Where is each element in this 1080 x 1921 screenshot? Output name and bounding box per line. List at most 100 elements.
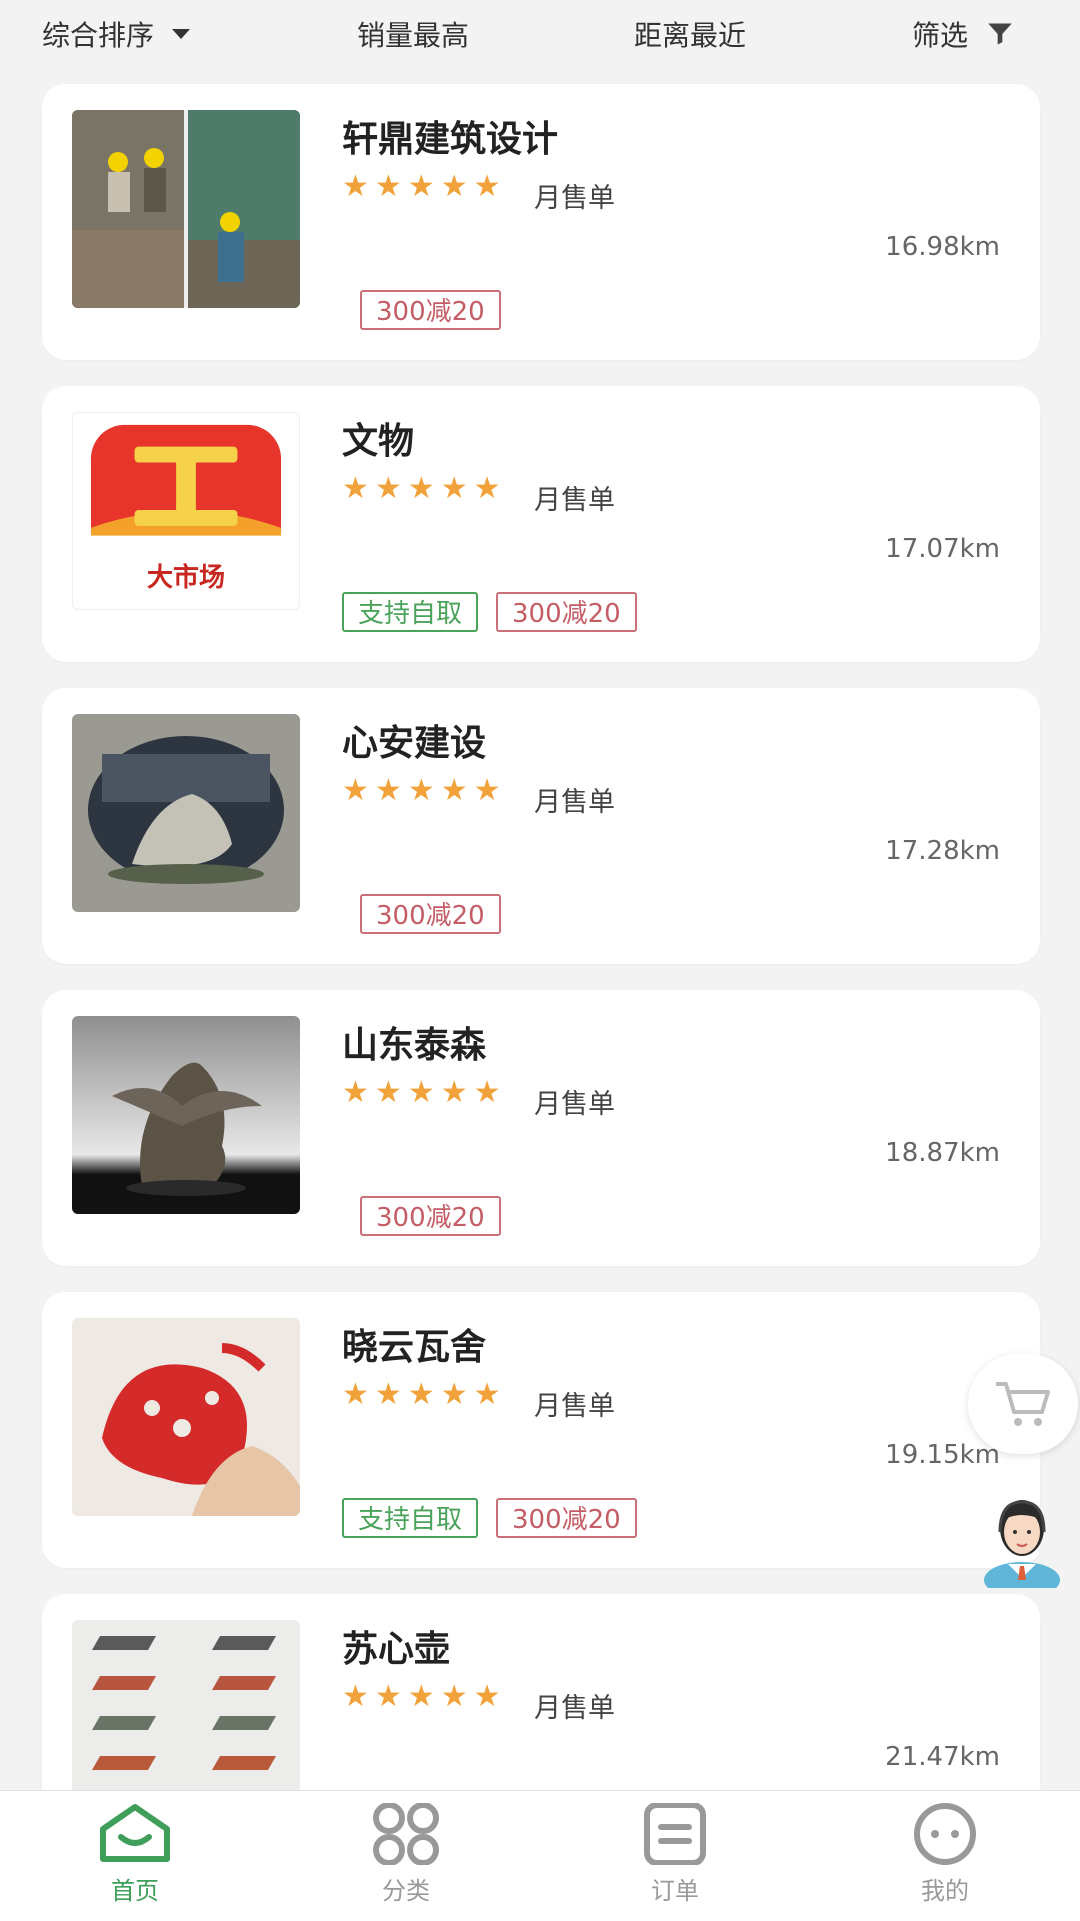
bottom-tab-bar: 首页 分类 订单 我的 bbox=[0, 1790, 1080, 1921]
shop-card[interactable]: 心安建设 ★ ★ ★ ★ ★ 月售单 17.28km 300减20 bbox=[42, 688, 1040, 964]
tab-orders[interactable]: 订单 bbox=[615, 1803, 735, 1906]
shop-name: 山东泰森 bbox=[342, 1025, 487, 1066]
star-icon: ★ bbox=[473, 169, 501, 204]
star-icon: ★ bbox=[440, 1075, 468, 1110]
shop-name: 心安建设 bbox=[342, 723, 487, 764]
shop-distance: 21.47km bbox=[885, 1742, 1000, 1772]
monthly-sales: 月售单 bbox=[534, 1391, 615, 1422]
monthly-sales: 月售单 bbox=[534, 787, 615, 818]
self-pickup-tag: 支持自取 bbox=[342, 1498, 479, 1538]
shop-thumbnail bbox=[72, 714, 300, 912]
tag-list: 300减20 bbox=[360, 1196, 501, 1236]
shop-card[interactable]: 晓云瓦舍 ★ ★ ★ ★ ★ 月售单 19.15km 支持自取 300减20 bbox=[42, 1292, 1040, 1568]
shop-name: 晓云瓦舍 bbox=[342, 1327, 487, 1368]
star-icon: ★ bbox=[342, 169, 369, 204]
tab-category[interactable]: 分类 bbox=[346, 1803, 466, 1906]
profile-icon bbox=[914, 1803, 976, 1865]
shop-distance: 18.87km bbox=[885, 1138, 1000, 1168]
self-pickup-tag: 支持自取 bbox=[342, 592, 479, 632]
filter-icon bbox=[988, 23, 1012, 45]
rating-stars: ★ ★ ★ ★ ★ bbox=[342, 776, 501, 806]
shop-card[interactable]: 大市场 文物 ★ ★ ★ ★ ★ 月售单 17.07km 支持自取 300减20 bbox=[42, 386, 1040, 662]
star-icon: ★ bbox=[342, 1075, 369, 1110]
star-icon: ★ bbox=[407, 1075, 435, 1110]
tag-list: 300减20 bbox=[360, 290, 501, 330]
shop-name: 文物 bbox=[342, 421, 415, 462]
discount-tag: 300减20 bbox=[360, 1196, 501, 1236]
shop-name: 苏心壶 bbox=[342, 1629, 451, 1670]
shop-distance: 16.98km bbox=[885, 232, 1000, 262]
star-icon: ★ bbox=[374, 773, 402, 808]
sort-sales-label: 销量最高 bbox=[357, 19, 470, 52]
star-icon: ★ bbox=[342, 773, 369, 808]
category-icon bbox=[373, 1803, 439, 1865]
sort-distance[interactable]: 距离最近 bbox=[634, 14, 746, 54]
sort-distance-label: 距离最近 bbox=[634, 19, 747, 52]
customer-service-button[interactable] bbox=[982, 1480, 1062, 1598]
filter-label: 筛选 bbox=[912, 19, 969, 52]
shop-thumbnail bbox=[72, 1620, 300, 1818]
star-icon: ★ bbox=[473, 1377, 501, 1412]
market-logo-text: 大市场 bbox=[146, 563, 225, 593]
shop-name: 轩鼎建筑设计 bbox=[342, 119, 559, 160]
star-icon: ★ bbox=[440, 1377, 468, 1412]
tab-orders-label: 订单 bbox=[651, 1877, 699, 1905]
tab-mine-label: 我的 bbox=[921, 1877, 969, 1905]
customer-service-icon bbox=[984, 1500, 1060, 1598]
star-icon: ★ bbox=[440, 169, 468, 204]
star-icon: ★ bbox=[407, 773, 435, 808]
tab-category-label: 分类 bbox=[382, 1877, 430, 1905]
star-icon: ★ bbox=[407, 471, 435, 506]
discount-tag: 300减20 bbox=[496, 592, 637, 632]
star-icon: ★ bbox=[440, 773, 468, 808]
shop-card[interactable]: 山东泰森 ★ ★ ★ ★ ★ 月售单 18.87km 300减20 bbox=[42, 990, 1040, 1266]
star-icon: ★ bbox=[473, 1679, 501, 1714]
sort-comprehensive[interactable]: 综合排序 bbox=[42, 14, 191, 54]
floating-cart-button[interactable] bbox=[968, 1354, 1078, 1454]
shop-card[interactable]: 轩鼎建筑设计 ★ ★ ★ ★ ★ 月售单 16.98km 300减20 bbox=[42, 84, 1040, 360]
shop-distance: 19.15km bbox=[885, 1440, 1000, 1470]
star-icon: ★ bbox=[473, 773, 501, 808]
rating-stars: ★ ★ ★ ★ ★ bbox=[342, 1682, 501, 1712]
star-icon: ★ bbox=[440, 471, 468, 506]
shop-thumbnail bbox=[72, 1318, 300, 1516]
star-icon: ★ bbox=[374, 471, 402, 506]
sort-comprehensive-label: 综合排序 bbox=[42, 19, 155, 52]
rating-stars: ★ ★ ★ ★ ★ bbox=[342, 1078, 501, 1108]
shop-thumbnail bbox=[72, 110, 300, 308]
star-icon: ★ bbox=[473, 471, 501, 506]
tag-list: 支持自取 300减20 bbox=[342, 592, 637, 632]
star-icon: ★ bbox=[407, 1377, 435, 1412]
filter-button[interactable]: 筛选 bbox=[912, 14, 1014, 54]
star-icon: ★ bbox=[374, 169, 402, 204]
star-icon: ★ bbox=[342, 471, 369, 506]
caret-down-icon bbox=[172, 29, 191, 39]
shop-thumbnail bbox=[72, 1016, 300, 1214]
star-icon: ★ bbox=[407, 169, 435, 204]
home-icon bbox=[100, 1804, 170, 1862]
tag-list: 支持自取 300减20 bbox=[342, 1498, 637, 1538]
star-icon: ★ bbox=[440, 1679, 468, 1714]
rating-stars: ★ ★ ★ ★ ★ bbox=[342, 1380, 501, 1410]
shop-distance: 17.28km bbox=[885, 836, 1000, 866]
sort-sales[interactable]: 销量最高 bbox=[357, 14, 469, 54]
discount-tag: 300减20 bbox=[496, 1498, 637, 1538]
monthly-sales: 月售单 bbox=[534, 183, 615, 214]
star-icon: ★ bbox=[374, 1075, 402, 1110]
tab-home-label: 首页 bbox=[111, 1877, 159, 1905]
monthly-sales: 月售单 bbox=[534, 1693, 615, 1724]
monthly-sales: 月售单 bbox=[534, 485, 615, 516]
sort-bar: 综合排序 销量最高 距离最近 筛选 bbox=[0, 0, 1080, 76]
discount-tag: 300减20 bbox=[360, 290, 501, 330]
tab-home[interactable]: 首页 bbox=[75, 1803, 195, 1906]
discount-tag: 300减20 bbox=[360, 894, 501, 934]
star-icon: ★ bbox=[374, 1679, 402, 1714]
orders-icon bbox=[644, 1803, 706, 1865]
tab-mine[interactable]: 我的 bbox=[885, 1803, 1005, 1906]
shop-distance: 17.07km bbox=[885, 534, 1000, 564]
monthly-sales: 月售单 bbox=[534, 1089, 615, 1120]
rating-stars: ★ ★ ★ ★ ★ bbox=[342, 474, 501, 504]
star-icon: ★ bbox=[407, 1679, 435, 1714]
star-icon: ★ bbox=[374, 1377, 402, 1412]
cart-icon bbox=[996, 1382, 1050, 1426]
